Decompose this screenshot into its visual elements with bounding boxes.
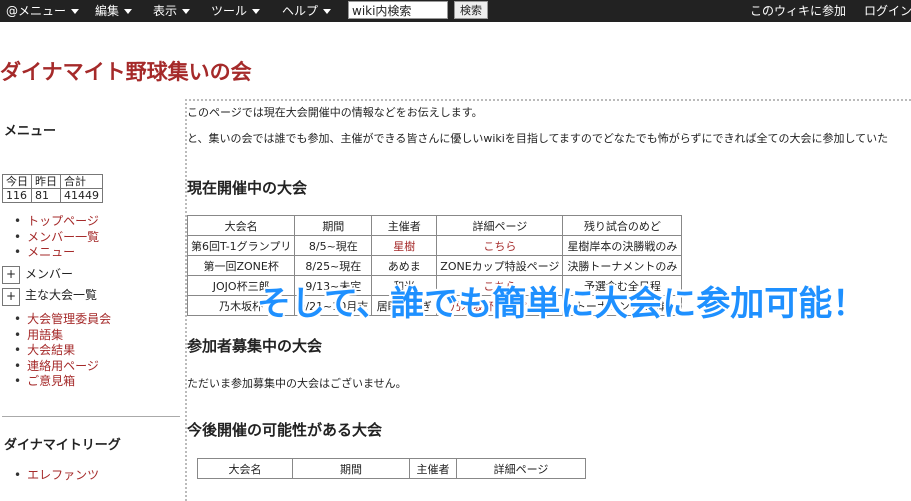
access-counter: 今日 昨日 合計 116 81 41449 (2, 174, 103, 203)
intro-text-1: このページでは現在大会開催中の情報などをお伝えします。 (187, 106, 483, 119)
expand-tournaments-toggle[interactable]: + (2, 288, 20, 306)
table-header: 残り試合のめど (562, 215, 683, 236)
expand-members-toggle[interactable]: + (2, 266, 20, 284)
sidebar-link-elephants[interactable]: エレファンツ (14, 468, 99, 484)
counter-yesterday: 81 (31, 188, 61, 203)
sidebar-link-contact[interactable]: 連絡用ページ (14, 359, 111, 375)
sidebar-link-members[interactable]: メンバー一覧 (14, 230, 99, 246)
chevron-down-icon (182, 9, 191, 14)
sidebar-links-top: トップページ メンバー一覧 メニュー (14, 214, 99, 261)
league-heading: ダイナマイトリーグ (4, 438, 121, 453)
chevron-down-icon (323, 9, 332, 14)
section-recruit-heading: 参加者募集中の大会 (187, 337, 323, 355)
chevron-down-icon (124, 9, 133, 14)
table-row: 第一回ZONE杯 8/25~現在 あめま ZONEカップ特設ページ 決勝トーナメ… (186, 255, 683, 276)
counter-total: 41449 (60, 188, 103, 203)
section-future-heading: 今後開催の可能性がある大会 (187, 421, 383, 439)
menu-help[interactable]: ヘルプ (282, 0, 332, 22)
organizer-link[interactable]: 星樹 (371, 235, 438, 256)
sidebar-link-top-page[interactable]: トップページ (14, 214, 99, 230)
table-header: 詳細ページ (436, 215, 564, 236)
future-tournaments-table: 大会名 期間 主催者 詳細ページ (197, 458, 586, 479)
toggle-label-members: メンバー (25, 267, 74, 281)
table-header: 期間 (292, 458, 410, 479)
counter-header-today: 今日 (2, 174, 32, 189)
sidebar-link-committee[interactable]: 大会管理委員会 (14, 312, 111, 328)
chevron-down-icon (252, 9, 261, 14)
menu-atmenu[interactable]: @メニュー (6, 0, 80, 22)
sidebar-divider (2, 416, 180, 417)
section-current-heading: 現在開催中の大会 (187, 179, 308, 197)
table-header: 大会名 (186, 215, 296, 236)
menu-view[interactable]: 表示 (153, 0, 191, 22)
recruit-text: ただいま参加募集中の大会はございません。 (187, 377, 407, 390)
table-header: 主催者 (371, 215, 438, 236)
counter-today: 116 (2, 188, 32, 203)
table-row: 第6回T-1グランプリ 8/5~現在 星樹 こちら 星樹岸本の決勝戦のみ (186, 235, 683, 256)
toggle-label-tournaments: 主な大会一覧 (25, 288, 98, 302)
sidebar-menu-heading: メニュー (4, 124, 57, 139)
wiki-search-input[interactable] (348, 1, 448, 19)
menu-edit[interactable]: 編集 (95, 0, 133, 22)
intro-text-2: と、集いの会では誰でも参加、主催ができる皆さんに優しいwikiを目指してますので… (187, 132, 889, 145)
search-button[interactable]: 検索 (454, 1, 488, 19)
join-wiki-link[interactable]: このウィキに参加 (750, 0, 846, 22)
menu-tools[interactable]: ツール (211, 0, 261, 22)
league-links: エレファンツ (14, 468, 99, 484)
chevron-down-icon (71, 9, 80, 14)
table-header: 期間 (294, 215, 373, 236)
login-link[interactable]: ログイン (864, 0, 911, 22)
sidebar-link-menu[interactable]: メニュー (14, 245, 99, 261)
table-header: 大会名 (197, 458, 293, 479)
site-title[interactable]: ダイナマイト野球集いの会 (0, 56, 252, 86)
sidebar-link-results[interactable]: 大会結果 (14, 343, 111, 359)
sidebar-link-glossary[interactable]: 用語集 (14, 328, 111, 344)
overlay-banner-text: そして、誰でも簡単に大会に参加可能！ (257, 284, 867, 324)
counter-header-total: 合計 (60, 174, 103, 189)
top-navigation-bar: @メニュー 編集 表示 ツール ヘルプ 検索 このウィキに参加 ログイン (0, 0, 911, 22)
counter-header-yesterday: 昨日 (31, 174, 61, 189)
sidebar-links-bottom: 大会管理委員会 用語集 大会結果 連絡用ページ ご意見箱 (14, 312, 111, 390)
detail-page-link[interactable]: こちら (436, 235, 564, 256)
table-header: 詳細ページ (456, 458, 586, 479)
sidebar-link-feedback[interactable]: ご意見箱 (14, 374, 111, 390)
table-header: 主催者 (409, 458, 457, 479)
